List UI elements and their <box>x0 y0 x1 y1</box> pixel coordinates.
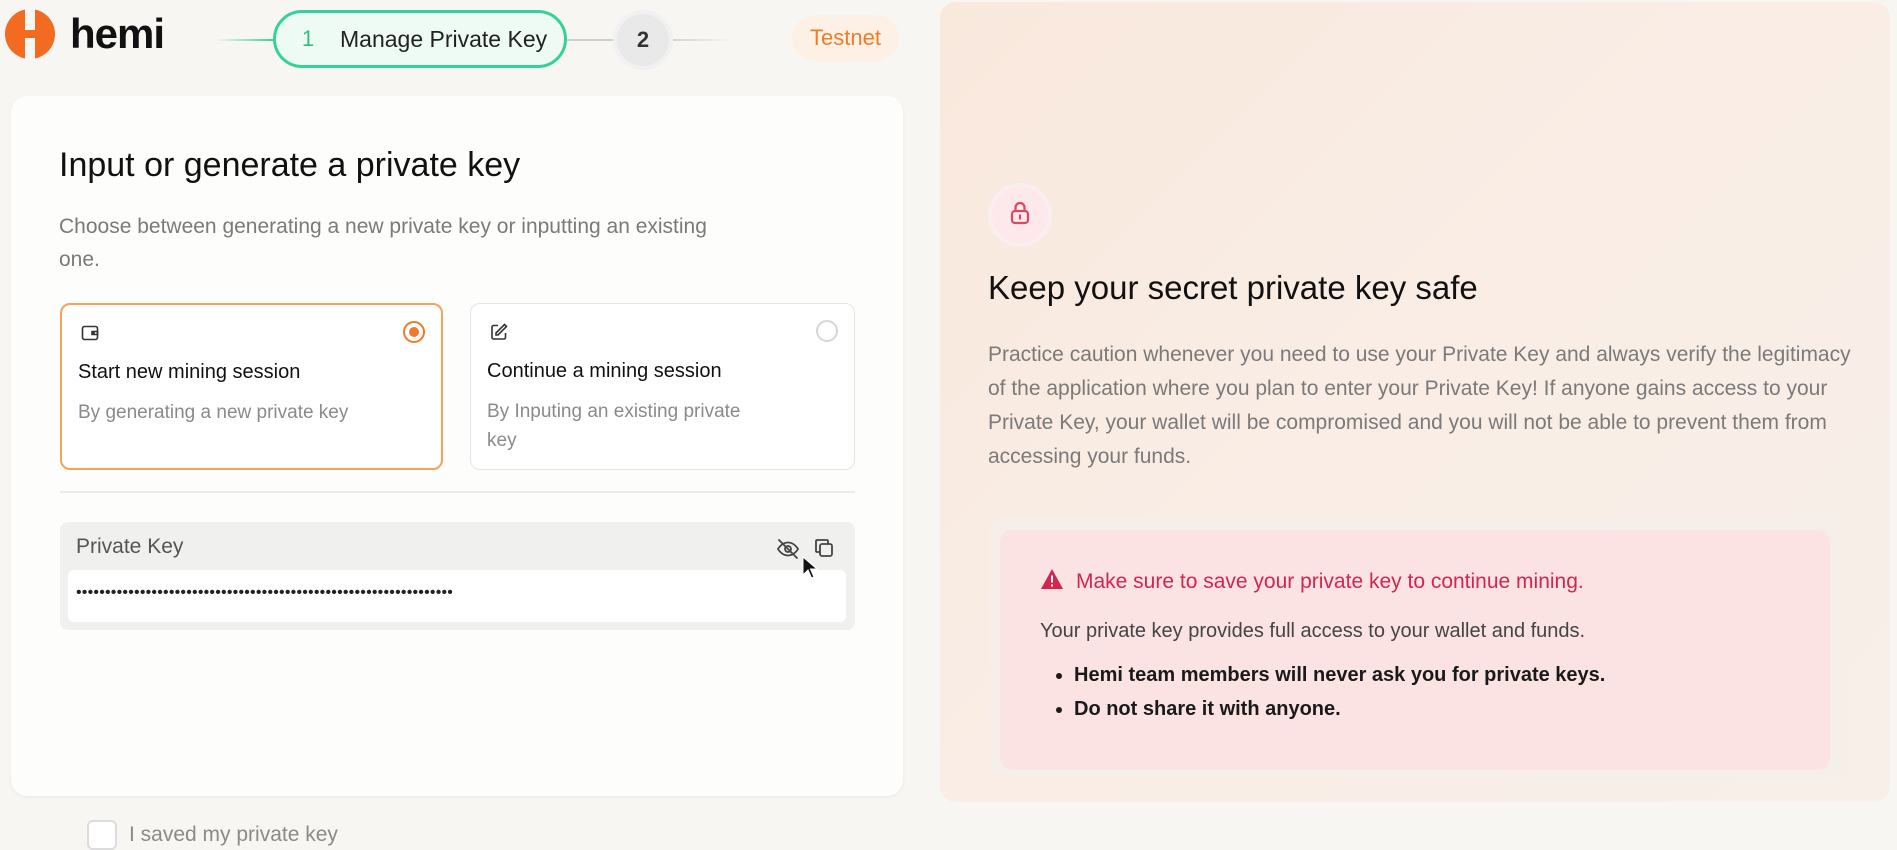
eye-off-icon[interactable] <box>775 536 801 562</box>
lock-icon <box>1006 199 1034 232</box>
divider <box>60 491 855 493</box>
option-start-new-session[interactable]: Start new mining session By generating a… <box>60 303 443 470</box>
edit-icon <box>489 322 509 342</box>
warning-icon <box>1040 568 1064 596</box>
step-number: 1 <box>301 26 315 51</box>
progress-stepper: 1 Manage Private Key 2 <box>215 10 735 68</box>
brand-name: hemi <box>70 10 165 57</box>
option-title: Continue a mining session <box>487 360 722 382</box>
option-continue-session[interactable]: Continue a mining session By Inputing an… <box>470 303 855 470</box>
private-key-input[interactable]: ••••••••••••••••••••••••••••••••••••••••… <box>68 570 846 622</box>
warning-list-item: Hemi team members will never ask you for… <box>1074 658 1605 692</box>
checkbox-box[interactable] <box>87 820 117 850</box>
private-key-label: Private Key <box>76 535 184 558</box>
option-radio[interactable] <box>816 320 838 342</box>
wallet-icon <box>80 323 100 343</box>
step-manage-private-key[interactable]: 1 Manage Private Key <box>273 10 567 68</box>
checkbox-label: I saved my private key <box>129 823 338 846</box>
private-key-panel: Private Key ••••••••••••••••••••••••••••… <box>60 522 855 630</box>
mouse-pointer-icon <box>802 555 819 585</box>
step-2[interactable]: 2 <box>617 14 669 66</box>
private-key-value: ••••••••••••••••••••••••••••••••••••••••… <box>76 584 454 601</box>
saved-key-checkbox[interactable]: I saved my private key <box>87 820 338 850</box>
hemi-logo-icon <box>4 8 56 60</box>
warning-text: Your private key provides full access to… <box>1040 620 1586 642</box>
option-radio-selected[interactable] <box>403 321 425 343</box>
setup-title: Input or generate a private key <box>59 146 521 184</box>
security-info-panel: Keep your secret private key safe Practi… <box>940 2 1890 802</box>
stepper-line-start <box>215 39 275 41</box>
warning-list-item: Do not share it with anyone. <box>1074 692 1605 726</box>
warning-list: Hemi team members will never ask you for… <box>1040 658 1605 726</box>
hemi-logo[interactable]: hemi <box>4 8 165 60</box>
warning-title: Make sure to save your private key to co… <box>1076 570 1584 593</box>
safety-body: Practice caution whenever you need to us… <box>988 343 1851 468</box>
private-key-setup-card: Input or generate a private key Choose b… <box>11 96 903 850</box>
step-label: Manage Private Key <box>340 25 548 52</box>
stepper-line-end <box>673 39 735 41</box>
stepper-line-middle <box>567 39 619 41</box>
option-description: By Inputing an existing private key <box>487 401 741 451</box>
safety-title: Keep your secret private key safe <box>988 269 1478 306</box>
lock-icon-badge <box>992 187 1048 243</box>
warning-box: Make sure to save your private key to co… <box>1000 530 1830 770</box>
warning-title-row: Make sure to save your private key to co… <box>1040 568 1584 596</box>
option-title: Start new mining session <box>78 361 301 383</box>
network-badge: Testnet <box>792 15 899 61</box>
option-description: By generating a new private key <box>78 402 349 423</box>
setup-subtitle: Choose between generating a new private … <box>59 215 707 271</box>
